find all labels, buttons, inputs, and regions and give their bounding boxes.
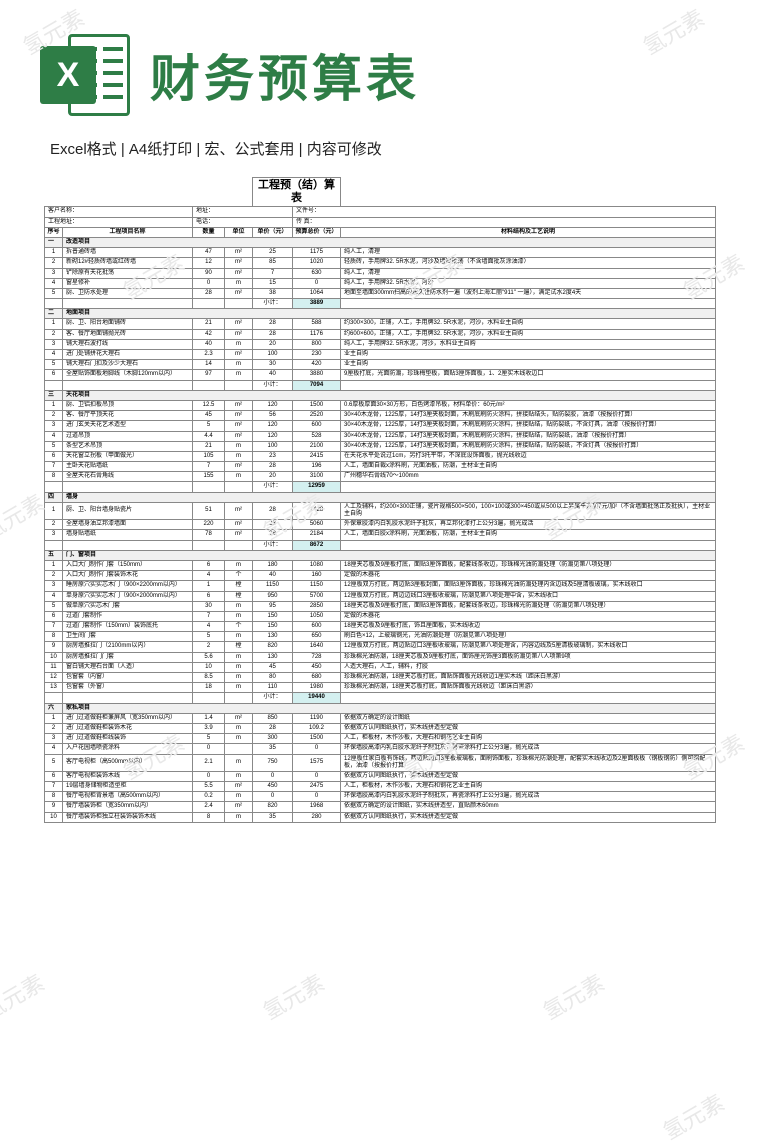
table-row: 4过道吊顶4.4m²12052830×40木龙骨，1225厚，14打3厘夹板封面… xyxy=(45,431,716,441)
col-desc: 材料结构及工艺说明 xyxy=(341,227,716,237)
table-row: 9餐厅墙装饰柜（宽350mm以内）2.4m²8201968依据双方确定的设计图纸… xyxy=(45,802,716,812)
col-price: 单价（元） xyxy=(253,227,293,237)
table-header-row: 序号 工程项目名称 数量 单位 单价（元） 预算总价（元） 材料结构及工艺说明 xyxy=(45,227,716,237)
table-row: 2客、餐厅地面铺抛光砖42m²281176约600×600，正铺，人工，手用牌3… xyxy=(45,329,716,339)
table-row: 8卫生间门套5m130650刷白色×12，上玻璃钢光，光油防潮处理（防潮见第八项… xyxy=(45,632,716,642)
table-row: 3铺大理石波打线40m20800纯人工，手用牌32. 5R水泥，河沙，水料业主自… xyxy=(45,339,716,349)
section-header: 五门、窗项目 xyxy=(45,550,716,560)
table-row: 3铲除原有天花批荡90m²7630纯人工，清理 xyxy=(45,268,716,278)
table-row: 6过道门套制作7m1501050定做的木器花 xyxy=(45,611,716,621)
table-row: 6全屋贴饰面板地脚线（木脚120mm以内）97m4038809厘板打底，光面防潮… xyxy=(45,370,716,380)
table-row: 5条型艺术吊顶21m100210030×40木龙骨，1225厚，14打3厘夹板封… xyxy=(45,441,716,451)
table-row: 7过道门套制作（150mm）装饰底托4个15060018厘夹芯板及9厘板打底，饰… xyxy=(45,622,716,632)
table-row: 13包窗套（外窗）18m1101980珍珠棉光油防潮，18厘夹芯板打底，面贴饰面… xyxy=(45,683,716,693)
table-row: 8餐厅电视柜背景墙（高500mm以内）0.2m00环保墙胶高漆内白乳胶水泥纤子制… xyxy=(45,792,716,802)
watermark: 氢元素 xyxy=(656,1086,729,1146)
watermark: 氢元素 xyxy=(0,966,50,1027)
sheet-title-row: 工程预（结）算表 xyxy=(45,178,716,207)
subtotal-row: 小计：12959 xyxy=(45,482,716,492)
table-row: 1厨、卫、阳台地面铺砖21m²28588约300×300，正铺，人工，手用牌32… xyxy=(45,319,716,329)
section-header: 六家私项目 xyxy=(45,703,716,713)
table-row: 6客厅电视柜装饰木线0m00依据双方认同图纸执行，实木线拼造型定做 xyxy=(45,771,716,781)
watermark: 氢元素 xyxy=(0,486,50,547)
table-row: 2全屋墙身油立邦漆墙面220m²235060外保章胶漆内白乳胶水泥纤子批灰，再立… xyxy=(45,520,716,530)
excel-icon: X xyxy=(40,30,130,120)
table-row: 3睡房原穴实实芯木门（900×2200mm以内）1樘1150115012厘板双方… xyxy=(45,581,716,591)
table-row: 2入口大门制作门套装饰木花4个40160定做的木器花 xyxy=(45,571,716,581)
table-row: 4入户花园墙喷瓷涂料0350环保墙胶高漆内乳白胶水泥纤子制批灰，再瓷涂料打上公分… xyxy=(45,744,716,754)
page-title: 财务预算表 xyxy=(150,39,420,111)
table-row: 7主卧天花贴墙纸7m²28196人工，墙面自裁x涂料刷，光面油板，防潮，主材业主… xyxy=(45,462,716,472)
table-row: 11窗白铺大理石台面（人造）10m45450人造大理石，人工，辅料，打胶 xyxy=(45,662,716,672)
table-row: 5铺大理石门扣及沙少大理石14m30420业主自购 xyxy=(45,360,716,370)
table-row: 5客厅电视柜（高500mm以内）2.1m750157512厘板仕家白板有饰线，两… xyxy=(45,754,716,771)
page-header: X 财务预算表 xyxy=(0,0,760,130)
table-row: 1入口大门制作门套（150mm）6m180108018厘夹芯板及9厘板打底，面贴… xyxy=(45,560,716,570)
section-header: 一改造项目 xyxy=(45,237,716,247)
table-row: 3进门过道做鞋柜线装饰5m3001500人工，柜板材，木作沙板，大理石和钢花艺业… xyxy=(45,734,716,744)
watermark: 氢元素 xyxy=(536,966,609,1027)
table-row: 4单身原穴实实芯木门（900×2000mm以内）6樘950570012厘板双方打… xyxy=(45,591,716,601)
watermark: 氢元素 xyxy=(256,966,329,1027)
table-row: 1进门过道做鞋柜兼屏风（宽350mm以内）1.4m²8501190依据双方确定的… xyxy=(45,713,716,723)
page-subtitle: Excel格式 | A4纸打印 | 宏、公式套用 | 内容可修改 xyxy=(0,130,760,177)
table-row: 1厨、卫铝扣板吊顶12.5m²12015000.6厚板厚面30×30方形，白色烤… xyxy=(45,400,716,410)
col-total: 预算总价（元） xyxy=(293,227,341,237)
spreadsheet-preview: 工程预（结）算表 客户名称： 地址： 文件号： 工程地址： 电话： 传 真： 序… xyxy=(44,177,716,823)
table-row: 10餐厅墙装饰柜独立柱装饰装饰木线8m35280依据双方认同图纸执行，实木线拼造… xyxy=(45,812,716,822)
section-header: 二地面项目 xyxy=(45,309,716,319)
excel-icon-letter: X xyxy=(40,46,96,104)
budget-table: 工程预（结）算表 客户名称： 地址： 文件号： 工程地址： 电话： 传 真： 序… xyxy=(44,177,716,823)
table-row: 9厨房墙推拉门（2100mm以内）2樘820164012厘板双方打底，两边贴边口… xyxy=(45,642,716,652)
table-row: 10厨房墙推拉门门套5.6m130728珍珠棉光油防潮，18厘夹芯板及9厘板打底… xyxy=(45,652,716,662)
section-header: 三天花项目 xyxy=(45,390,716,400)
subtotal-row: 小计：8672 xyxy=(45,540,716,550)
subtotal-row: 小计：7094 xyxy=(45,380,716,390)
col-name: 工程项目名称 xyxy=(63,227,193,237)
table-row: 5做单原穴实芯木门套30m95285018厘夹芯板及9厘板打底，面贴3厘饰面板，… xyxy=(45,601,716,611)
table-row: 4窗星修补0m150纯人工，手用牌32. 5R水泥，河沙 xyxy=(45,278,716,288)
table-row: 4进门处铺拼花大理石2.3m²100230业主自购 xyxy=(45,350,716,360)
subtotal-row: 小计：3889 xyxy=(45,299,716,309)
table-row: 719层墙身储物柜造型柜5.5m²4502475人工，柜板材，木作沙板，大理石和… xyxy=(45,782,716,792)
table-row: 8全屋天花石膏角线155m203100广州穗华石膏线70～100mm xyxy=(45,472,716,482)
table-row: 5厨、卫防水处理28m²381064地面至墙面300mm扫高的永久性防水剂一遍（… xyxy=(45,288,716,298)
table-row: 2客、餐厅平顶天花45m²56252030×40木龙骨，1225厚，14打3厘夹… xyxy=(45,411,716,421)
table-row: 1拆普通砖墙47m²251175纯人工，清理 xyxy=(45,248,716,258)
table-row: 3墙身贴墙纸78m²282184人工，墙面白胶x涂料刷，光面油板，防潮，主材业主… xyxy=(45,530,716,540)
section-header: 四墙身 xyxy=(45,492,716,502)
table-row: 3进门玄关天花艺术造型5m²12060030×40木龙骨，1225厚，14打3厘… xyxy=(45,421,716,431)
meta-row-2: 工程地址： 电话： 传 真： xyxy=(45,217,716,227)
table-row: 12包窗套（内窗）8.5m80680珍珠棉光油防潮，18厘夹芯板打底，面贴饰面板… xyxy=(45,673,716,683)
table-row: 2进门过道做鞋柜装饰木花3.9m28109.2依据双方认同图纸执行，实木线拼造型… xyxy=(45,723,716,733)
table-row: 2新砌12#轻质砖墙或红砖墙12m²851020轻质砖，手用牌32. 5R水泥，… xyxy=(45,258,716,268)
subtotal-row: 小计：19440 xyxy=(45,693,716,703)
meta-row-1: 客户名称： 地址： 文件号： xyxy=(45,207,716,217)
table-row: 6天花窗立拐板（甲面做光）105m232415在天花水平处说过1cm，另打3托平… xyxy=(45,451,716,461)
table-row: 1厨、卫、阳台墙身贴瓷片51m²281428人工及辅料，约200×300正铺，瓷… xyxy=(45,502,716,519)
col-unit: 单位 xyxy=(225,227,253,237)
col-idx: 序号 xyxy=(45,227,63,237)
col-qty: 数量 xyxy=(193,227,225,237)
